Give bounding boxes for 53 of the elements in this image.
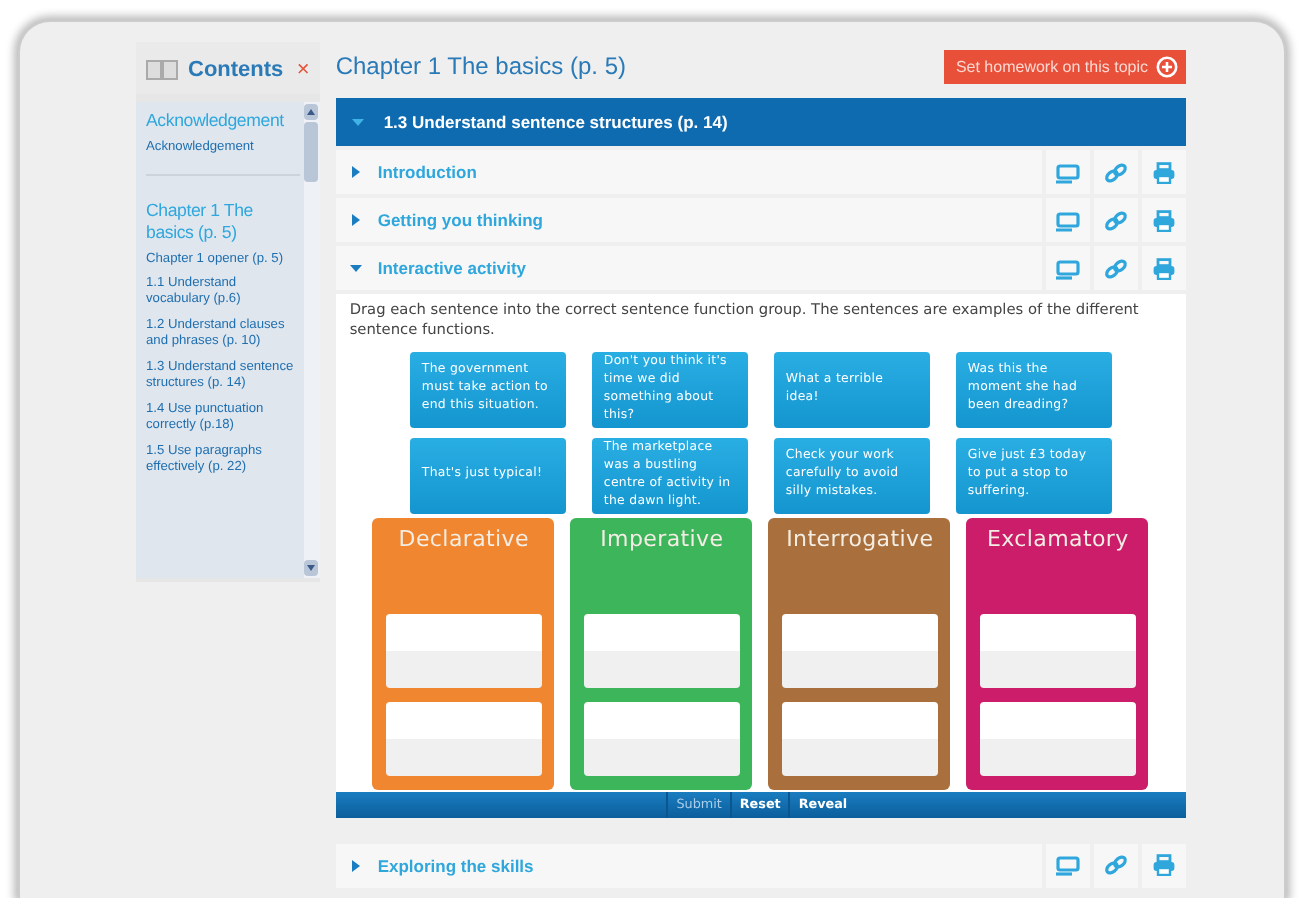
section-header[interactable]: Exploring the skills <box>335 843 1042 888</box>
print-button[interactable] <box>1142 150 1186 194</box>
group-title: Imperative <box>600 525 724 556</box>
print-icon <box>1152 257 1176 279</box>
screen-button[interactable] <box>1046 198 1090 242</box>
group-title: Interrogative <box>786 525 934 556</box>
link-icon <box>1104 161 1128 183</box>
set-homework-button[interactable]: Set homework on this topic <box>943 49 1186 83</box>
link-button[interactable] <box>1094 198 1138 242</box>
drop-slot[interactable] <box>781 614 938 689</box>
drop-slot[interactable] <box>385 614 542 689</box>
print-icon <box>1152 161 1176 183</box>
screen-icon <box>1056 209 1080 231</box>
screen-icon <box>1056 257 1080 279</box>
scrollbar-thumb[interactable] <box>304 122 319 182</box>
topic-title: 1.3 Understand sentence structures (p. 14) <box>383 112 728 132</box>
close-button[interactable]: × <box>296 58 310 82</box>
group-title: Exclamatory <box>986 525 1129 556</box>
print-button[interactable] <box>1142 246 1186 290</box>
chapter-link[interactable]: Acknowledgement <box>146 110 300 132</box>
print-icon <box>1152 854 1176 877</box>
contents-title: Contents <box>188 58 286 82</box>
link-icon <box>1104 854 1128 877</box>
print-icon <box>1152 209 1176 231</box>
link-icon <box>1104 209 1128 231</box>
link-button[interactable] <box>1094 150 1138 194</box>
section-title: Exploring the skills <box>377 855 534 876</box>
print-button[interactable] <box>1142 198 1186 242</box>
link-icon <box>1104 257 1128 279</box>
scroll-up-icon <box>304 104 319 120</box>
topic-header[interactable]: 1.3 Understand sentence structures (p. 14) <box>335 98 1186 146</box>
section-title: Interactive activity <box>377 258 527 278</box>
section-header[interactable]: Getting you thinking <box>335 198 1042 242</box>
drop-slot[interactable] <box>979 614 1136 689</box>
chapter-title: Chapter 1 The basics (p. 5) <box>335 52 627 80</box>
drop-slot[interactable] <box>583 614 740 689</box>
section-title: Introduction <box>377 162 477 182</box>
screen-button[interactable] <box>1046 246 1090 290</box>
link-button[interactable] <box>1094 843 1138 888</box>
print-button[interactable] <box>1142 843 1186 888</box>
screen-button[interactable] <box>1046 843 1090 888</box>
section-header[interactable]: Interactive activity <box>335 246 1042 290</box>
scroll-down-icon <box>304 560 319 576</box>
chapter-link[interactable]: Chapter 1 The basics (p. 5) <box>146 200 300 244</box>
link-button[interactable] <box>1094 246 1138 290</box>
screen-button[interactable] <box>1046 150 1090 194</box>
screen-icon <box>1056 854 1080 877</box>
section-title: Getting you thinking <box>377 210 543 230</box>
book-icon <box>146 58 178 82</box>
section-header[interactable]: Introduction <box>335 150 1042 194</box>
group-title: Declarative <box>398 525 529 556</box>
screen-icon <box>1056 161 1080 183</box>
plus-circle-icon <box>1156 55 1178 77</box>
